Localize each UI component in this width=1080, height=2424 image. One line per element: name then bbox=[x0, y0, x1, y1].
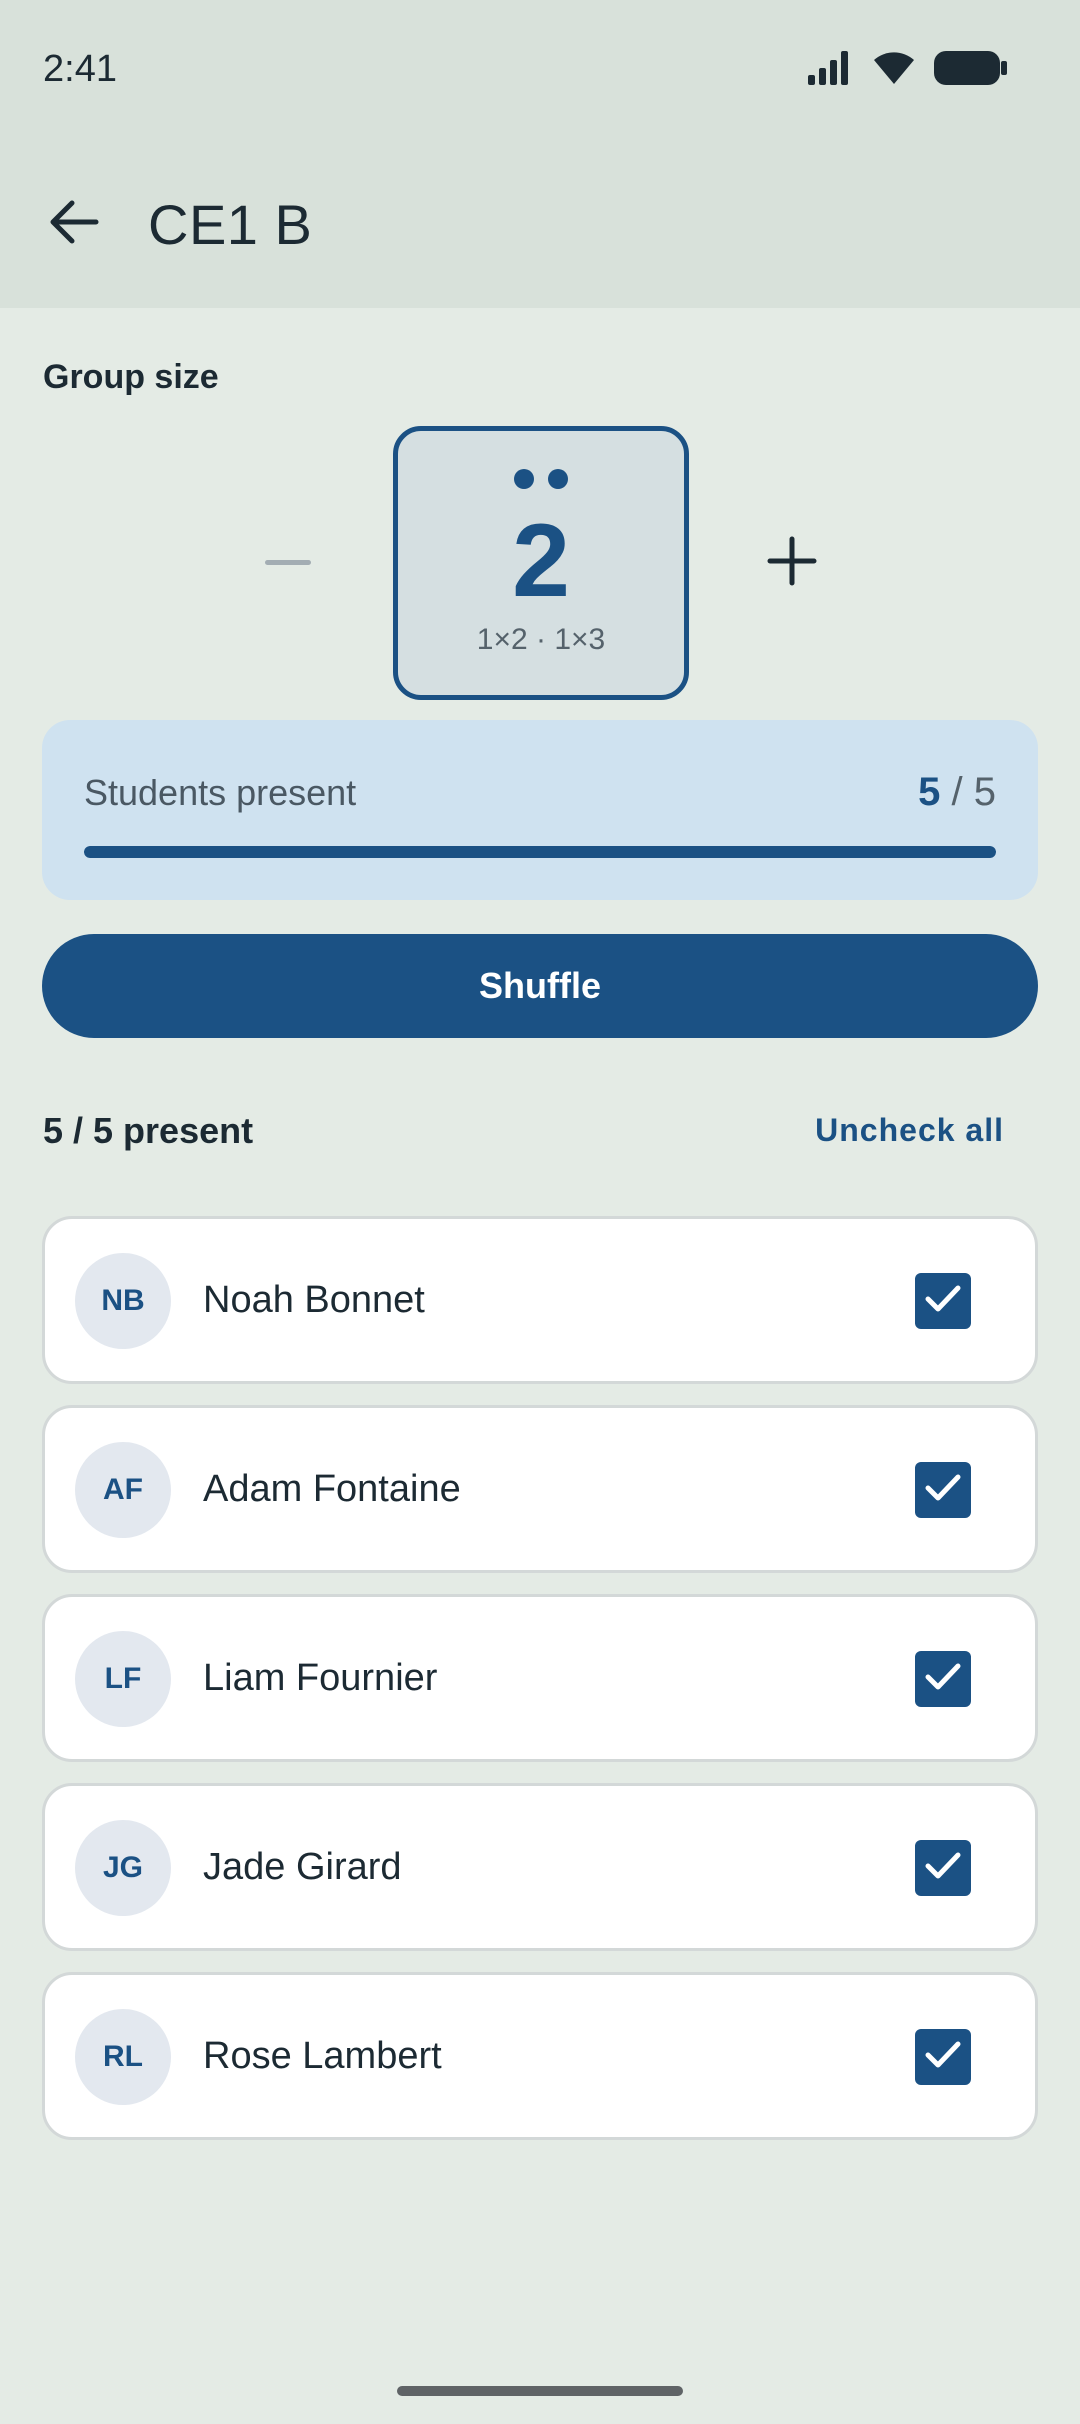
total-number: 5 bbox=[973, 770, 996, 814]
present-checkbox[interactable] bbox=[915, 1840, 971, 1896]
page-title: CE1 B bbox=[148, 193, 313, 256]
check-icon bbox=[924, 1662, 962, 1697]
student-row[interactable]: NB Noah Bonnet bbox=[42, 1216, 1038, 1384]
student-row[interactable]: JG Jade Girard bbox=[42, 1783, 1038, 1951]
status-icons bbox=[808, 50, 1008, 90]
students-present-label: Students present bbox=[84, 772, 357, 813]
back-button[interactable] bbox=[38, 188, 110, 260]
avatar: JG bbox=[75, 1820, 171, 1916]
avatar: AF bbox=[75, 1442, 171, 1538]
uncheck-all-button[interactable]: Uncheck all bbox=[815, 1112, 1004, 1149]
present-checkbox[interactable] bbox=[915, 2029, 971, 2085]
student-name: Adam Fontaine bbox=[203, 1468, 461, 1510]
students-present-count: 5 / 5 bbox=[918, 770, 996, 815]
check-icon bbox=[924, 1284, 962, 1319]
student-row[interactable]: RL Rose Lambert bbox=[42, 1972, 1038, 2140]
student-row[interactable]: AF Adam Fontaine bbox=[42, 1405, 1038, 1573]
signal-icon bbox=[808, 50, 854, 90]
group-size-label: Group size bbox=[43, 358, 219, 396]
arrow-left-icon bbox=[48, 198, 100, 251]
check-icon bbox=[924, 2040, 962, 2075]
group-size-dots bbox=[398, 469, 684, 489]
avatar: RL bbox=[75, 2009, 171, 2105]
student-name: Noah Bonnet bbox=[203, 1279, 425, 1321]
status-time: 2:41 bbox=[43, 48, 117, 90]
student-list: NB Noah Bonnet AF Adam Fontaine LF Liam … bbox=[42, 1216, 1038, 2161]
increase-group-size-button[interactable] bbox=[744, 515, 840, 611]
group-size-display: 2 1×2 · 1×3 bbox=[393, 426, 689, 700]
group-size-value: 2 bbox=[512, 503, 570, 619]
battery-icon bbox=[934, 50, 1008, 91]
check-icon bbox=[924, 1851, 962, 1886]
shuffle-button[interactable]: Shuffle bbox=[42, 934, 1038, 1038]
student-name: Liam Fournier bbox=[203, 1657, 438, 1699]
student-name: Jade Girard bbox=[203, 1846, 402, 1888]
top-app-bar: 2:41 CE1 B bbox=[0, 0, 1080, 308]
students-present-card: Students present 5 / 5 bbox=[42, 720, 1038, 900]
present-checkbox[interactable] bbox=[915, 1273, 971, 1329]
minus-icon bbox=[265, 559, 311, 565]
wifi-icon bbox=[872, 50, 916, 91]
presence-progress-fill bbox=[84, 846, 996, 858]
present-checkbox[interactable] bbox=[915, 1651, 971, 1707]
group-size-breakdown: 1×2 · 1×3 bbox=[476, 623, 606, 656]
presence-progress-bar bbox=[84, 846, 996, 858]
avatar: NB bbox=[75, 1253, 171, 1349]
check-icon bbox=[924, 1473, 962, 1508]
present-checkbox[interactable] bbox=[915, 1462, 971, 1518]
student-name: Rose Lambert bbox=[203, 2035, 442, 2077]
plus-icon bbox=[767, 536, 817, 591]
dot bbox=[514, 469, 534, 489]
present-number: 5 bbox=[918, 770, 941, 814]
decrease-group-size-button[interactable] bbox=[240, 520, 336, 604]
present-count-text: 5 / 5 present bbox=[43, 1110, 254, 1151]
count-separator: / bbox=[951, 770, 963, 814]
student-row[interactable]: LF Liam Fournier bbox=[42, 1594, 1038, 1762]
avatar: LF bbox=[75, 1631, 171, 1727]
dot bbox=[548, 469, 568, 489]
home-indicator[interactable] bbox=[397, 2386, 683, 2396]
